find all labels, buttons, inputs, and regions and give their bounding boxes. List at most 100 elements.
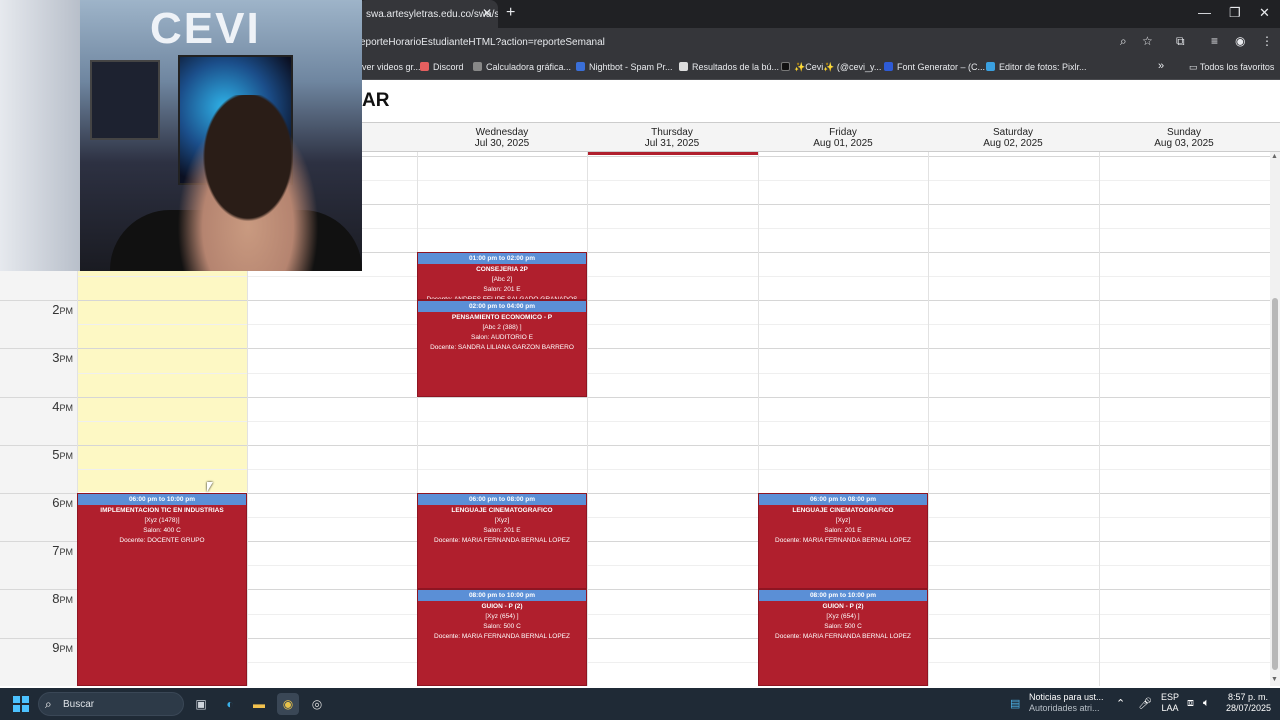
windows-start-icon[interactable] bbox=[13, 696, 29, 712]
event-continuation-bar[interactable] bbox=[588, 152, 758, 155]
bookmark-item[interactable]: Editor de fotos: Pixlr... bbox=[986, 62, 1087, 72]
scroll-up-icon[interactable]: ▲ bbox=[1271, 153, 1278, 160]
scrollbar-thumb[interactable] bbox=[1272, 298, 1278, 670]
bookmark-item[interactable]: Resultados de la bú... bbox=[679, 62, 779, 72]
hour-gridline bbox=[77, 300, 1270, 301]
webcam-wall bbox=[0, 0, 80, 271]
schedule-event[interactable]: 08:00 pm to 10:00 pm GUION - P (2) [Xyz (6… bbox=[417, 589, 587, 686]
taskbar-search-placeholder: Buscar bbox=[63, 699, 95, 710]
hour-gridline bbox=[77, 589, 1270, 590]
media-control-icon[interactable]: ≡ bbox=[1211, 34, 1218, 48]
hour-number: 9 bbox=[52, 640, 60, 655]
event-group: [Xyz (654) ] bbox=[485, 613, 519, 620]
gutter-gridline bbox=[0, 589, 77, 590]
gutter-gridline bbox=[0, 300, 77, 301]
microphone-icon[interactable]: 🎤︎ bbox=[1138, 697, 1152, 710]
minimize-window-icon[interactable]: — bbox=[1198, 5, 1211, 20]
webcam-logo-sign: CEVI bbox=[150, 4, 261, 53]
event-title: PENSAMIENTO ECONOMICO - P bbox=[451, 314, 553, 321]
schedule-event[interactable]: 01:00 pm to 02:00 pm CONSEJERIA 2P [Abc 2]… bbox=[417, 252, 587, 300]
event-teacher: Docente: MARIA FERNANDA BERNAL LOPEZ bbox=[775, 537, 911, 544]
zoom-icon[interactable]: ⌕ bbox=[1120, 34, 1127, 49]
vertical-scrollbar[interactable]: ▲ ▼ bbox=[1270, 152, 1280, 686]
event-group: [Xyz] bbox=[835, 517, 851, 524]
calculator-icon bbox=[473, 62, 482, 71]
news-title: Noticias para ust... bbox=[1029, 692, 1104, 702]
hour-suffix: PM bbox=[59, 451, 74, 461]
star-icon[interactable]: ☆ bbox=[1142, 34, 1153, 48]
gutter-gridline bbox=[0, 638, 77, 639]
close-tab-icon[interactable]: ✕ bbox=[482, 6, 492, 20]
schedule-event[interactable]: 06:00 pm to 08:00 pm LENGUAJE CINEMATOGRA… bbox=[758, 493, 928, 589]
network-icon[interactable]: ⧈ bbox=[1187, 697, 1194, 710]
all-favorites-button[interactable]: ▭ Todos los favoritos bbox=[1189, 62, 1274, 73]
schedule-event[interactable]: 02:00 pm to 04:00 pm PENSAMIENTO ECONOMIC… bbox=[417, 300, 587, 397]
tab-title: swa.artesyletras.edu.co/swa/se bbox=[366, 9, 498, 20]
event-room: Salon: 400 C bbox=[143, 527, 181, 534]
hour-suffix: PM bbox=[59, 306, 74, 316]
gutter-gridline bbox=[0, 397, 77, 398]
schedule-event[interactable]: 08:00 pm to 10:00 pm GUION - P (2) [Xyz (6… bbox=[758, 589, 928, 686]
new-tab-button[interactable]: + bbox=[506, 4, 515, 22]
task-view-icon[interactable]: ▣ bbox=[190, 693, 212, 715]
menu-icon[interactable]: ⋮ bbox=[1261, 34, 1273, 48]
extensions-icon[interactable]: ⧉ bbox=[1176, 34, 1185, 49]
hour-gridline bbox=[77, 348, 1270, 349]
browser-tab[interactable]: swa.artesyletras.edu.co/swa/se bbox=[358, 0, 498, 28]
schedule-event[interactable]: 06:00 pm to 10:00 pm IMPLEMENTACION TIC E… bbox=[77, 493, 247, 686]
bookmark-item[interactable]: Discord bbox=[420, 62, 464, 72]
document-icon bbox=[679, 62, 688, 71]
hour-suffix: PM bbox=[59, 499, 74, 509]
bookmark-item[interactable]: Nightbot - Spam Pr... bbox=[576, 62, 673, 72]
all-favorites-label: Todos los favoritos bbox=[1199, 62, 1275, 72]
news-widget[interactable]: Noticias para ust... Autoridades atri... bbox=[1029, 692, 1104, 714]
more-bookmarks-button[interactable]: » bbox=[1158, 60, 1164, 72]
close-window-icon[interactable]: ✕ bbox=[1259, 5, 1270, 21]
hour-number: 5 bbox=[52, 447, 60, 462]
profile-icon[interactable]: ◉ bbox=[1235, 34, 1245, 48]
hour-number: 3 bbox=[52, 350, 60, 365]
event-room: Salon: AUDITORIO E bbox=[470, 334, 533, 341]
pixlr-icon bbox=[986, 62, 995, 71]
event-group: [Xyz (1478)] bbox=[144, 517, 180, 524]
bookmark-label: ✨Cevi✨ (@cevi_y... bbox=[794, 62, 882, 72]
bookmark-item[interactable]: Calculadora gráfica... bbox=[473, 62, 571, 72]
chrome-icon[interactable]: ◉ bbox=[277, 693, 299, 715]
hour-gridline bbox=[77, 397, 1270, 398]
event-time: 06:00 pm to 08:00 pm bbox=[418, 494, 586, 505]
clock[interactable]: 8:57 p. m. 28/07/2025 bbox=[1226, 692, 1271, 714]
hour-label: 2PM bbox=[0, 302, 73, 317]
bookmark-label: Calculadora gráfica... bbox=[486, 62, 572, 72]
url-field[interactable]: eporteHorarioEstudianteHTML?action=repor… bbox=[360, 37, 605, 48]
input-language[interactable]: ESP LAA bbox=[1161, 692, 1179, 714]
event-time: 08:00 pm to 10:00 pm bbox=[418, 590, 586, 601]
half-hour-gridline bbox=[77, 469, 1270, 470]
taskbar-search-box[interactable]: ⌕ Buscar bbox=[38, 692, 184, 716]
hour-number: 2 bbox=[52, 302, 60, 317]
schedule-event[interactable]: 06:00 pm to 08:00 pm LENGUAJE CINEMATOGRA… bbox=[417, 493, 587, 589]
obs-icon[interactable]: ◎ bbox=[306, 693, 328, 715]
volume-icon[interactable]: 🔈︎ bbox=[1203, 697, 1210, 710]
scroll-down-icon[interactable]: ▼ bbox=[1271, 676, 1278, 683]
event-title: CONSEJERIA 2P bbox=[476, 266, 528, 273]
day-header-friday: Friday Aug 01, 2025 bbox=[813, 127, 873, 149]
tray-chevron-up-icon[interactable]: ⌃ bbox=[1116, 697, 1125, 710]
bookmark-label: ver videos gr... bbox=[362, 62, 421, 72]
hour-number: 6 bbox=[52, 495, 60, 510]
day-column-divider bbox=[587, 152, 588, 686]
event-group: [Abc 2] bbox=[491, 276, 513, 283]
restore-window-icon[interactable]: ❐ bbox=[1229, 5, 1241, 21]
discord-icon bbox=[420, 62, 429, 71]
edge-icon[interactable]: ◐ bbox=[219, 693, 241, 715]
bookmark-item[interactable]: ver videos gr... bbox=[362, 62, 421, 72]
bookmark-item[interactable]: Font Generator – (C... bbox=[884, 62, 985, 72]
tiktok-icon bbox=[781, 62, 790, 71]
hour-label: 5PM bbox=[0, 447, 73, 462]
half-hour-gridline bbox=[77, 324, 1270, 325]
bookmark-label: Discord bbox=[433, 62, 464, 72]
news-widget-icon[interactable]: ▤ bbox=[1010, 697, 1020, 710]
event-title: GUION - P (2) bbox=[822, 603, 864, 610]
bookmark-item[interactable]: ✨Cevi✨ (@cevi_y... bbox=[781, 62, 881, 73]
gutter-gridline bbox=[0, 445, 77, 446]
explorer-icon[interactable]: ▬ bbox=[248, 693, 270, 715]
